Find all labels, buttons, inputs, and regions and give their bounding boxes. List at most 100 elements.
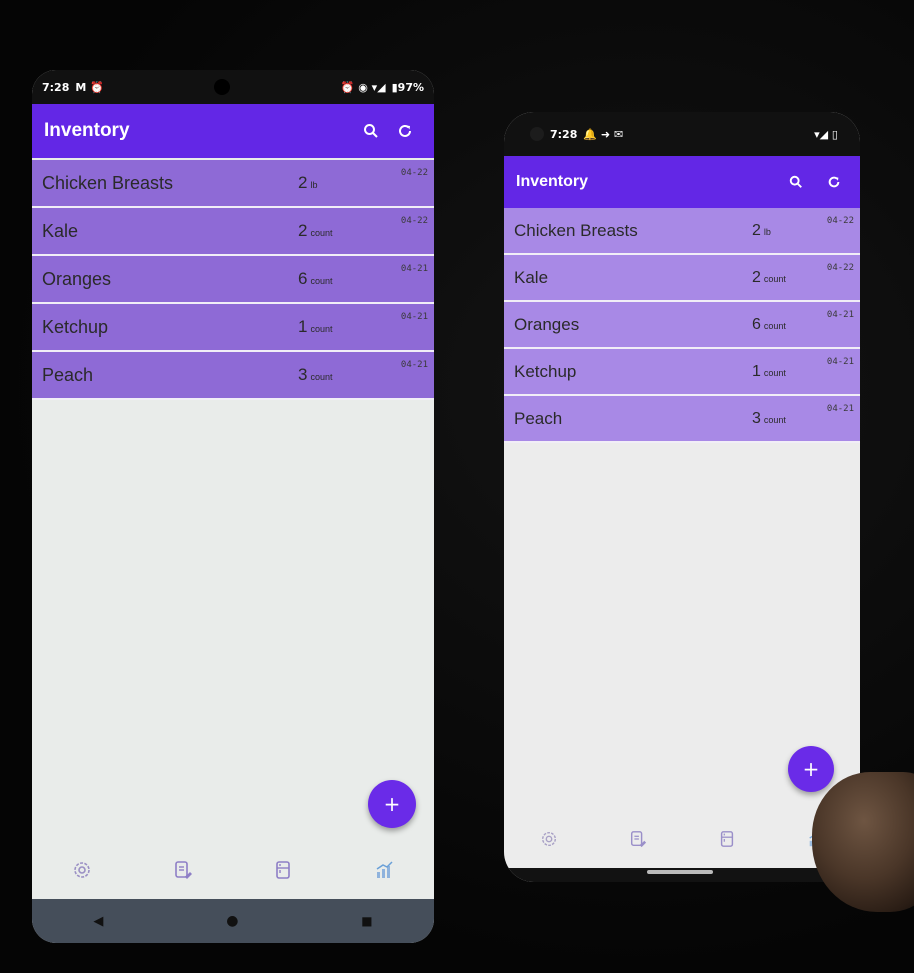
item-name: Peach [514,408,563,428]
status-bar: 7:28 M ⏰ ⏰ ◉ ▾◢ ▮97% [32,70,434,104]
status-bar: 7:28 🔔 ➜ ✉ ▾◢ ▯ [504,112,860,156]
quantity-value: 2 [298,173,308,192]
quantity-value: 2 [752,268,761,286]
item-quantity: 2 lb [752,222,826,240]
item-date: 04-21 [400,312,428,322]
item-date: 04-22 [826,216,854,226]
item-quantity: 1 count [752,363,826,381]
camera-cutout [214,79,231,95]
screen-right: 7:28 🔔 ➜ ✉ ▾◢ ▯ Inventory Chicken Breast… [504,112,860,882]
item-date: 04-22 [400,168,428,178]
quantity-unit: count [763,273,786,284]
list-item[interactable]: Kale 2 count 04-22 [32,208,434,256]
quantity-unit: count [310,228,333,238]
quantity-value: 6 [752,315,761,333]
item-name: Oranges [42,268,112,289]
page-title: Inventory [516,173,589,190]
refresh-icon[interactable] [816,175,852,189]
screen-left: 7:28 M ⏰ ⏰ ◉ ▾◢ ▮97% Inventory Chicken B… [32,70,434,943]
item-date: 04-21 [826,357,854,367]
bottom-navigation [504,814,860,864]
app-bar: Inventory [32,104,434,158]
add-item-button[interactable]: + [788,746,834,792]
quantity-unit: count [310,372,333,382]
item-name: Kale [42,220,79,241]
item-quantity: 1 count [298,317,388,337]
item-quantity: 2 count [298,221,388,241]
phone-left: 7:28 M ⏰ ⏰ ◉ ▾◢ ▮97% Inventory Chicken B… [32,70,434,943]
list-item[interactable]: Peach 3 count 04-21 [32,352,434,400]
quantity-value: 6 [298,269,308,288]
settings-icon[interactable] [538,828,560,850]
recents-button[interactable]: ■ [361,914,372,928]
list-item[interactable]: Ketchup 1 count 04-21 [504,349,860,396]
search-icon[interactable] [354,123,388,139]
item-date: 04-21 [400,264,428,274]
quantity-value: 1 [752,362,761,380]
status-time: 7:28 [42,80,70,94]
quantity-value: 2 [298,221,308,240]
status-notification-icons: 🔔 ➜ ✉ [583,127,624,141]
item-quantity: 6 count [298,269,388,289]
edit-list-icon[interactable] [627,828,649,850]
item-name: Ketchup [42,316,109,337]
list-item[interactable]: Ketchup 1 count 04-21 [32,304,434,352]
list-item[interactable]: Oranges 6 count 04-21 [504,302,860,349]
list-item[interactable]: Chicken Breasts 2 lb 04-22 [32,160,434,208]
status-time: 7:28 [550,127,578,141]
quantity-unit: lb [763,226,771,237]
battery-indicator: ▮97% [391,80,424,94]
list-item[interactable]: Oranges 6 count 04-21 [32,256,434,304]
settings-icon[interactable] [71,859,93,881]
list-item[interactable]: Chicken Breasts 2 lb 04-22 [504,208,860,255]
quantity-value: 2 [752,221,761,239]
item-quantity: 3 count [752,410,826,428]
item-name: Kale [514,267,549,287]
phone-right: 7:28 🔔 ➜ ✉ ▾◢ ▯ Inventory Chicken Breast… [504,112,860,882]
inventory-list: Chicken Breasts 2 lb 04-22 Kale 2 count 04… [32,160,434,400]
item-quantity: 2 count [752,269,826,287]
back-button[interactable]: ◀ [93,914,103,929]
item-date: 04-22 [400,216,428,226]
item-name: Peach [42,364,94,385]
refresh-icon[interactable] [388,123,422,139]
item-quantity: 3 count [298,365,388,385]
list-item[interactable]: Kale 2 count 04-22 [504,255,860,302]
status-system-icons: ⏰ ◉ ▾◢ [340,80,386,94]
chart-icon[interactable] [373,859,395,881]
item-quantity: 6 count [752,316,826,334]
item-quantity: 2 lb [298,173,388,193]
item-name: Chicken Breasts [42,172,174,193]
edit-list-icon[interactable] [172,859,194,881]
app-bar: Inventory [504,156,860,208]
search-icon[interactable] [776,175,816,189]
fridge-icon[interactable] [716,828,738,850]
quantity-unit: lb [310,180,318,190]
fridge-icon[interactable] [272,859,294,881]
inventory-list: Chicken Breasts 2 lb 04-22 Kale 2 count 04… [504,208,860,443]
system-navigation-bar: ◀ ● ■ [32,899,434,943]
item-name: Ketchup [514,361,577,381]
gesture-home-bar[interactable] [647,870,713,874]
camera-cutout [530,127,544,141]
item-date: 04-21 [826,404,854,414]
quantity-unit: count [763,367,786,378]
status-notification-icons: M ⏰ [75,80,104,94]
quantity-value: 1 [298,317,308,336]
quantity-unit: count [763,320,786,331]
item-date: 04-22 [826,263,854,273]
plus-icon: + [802,757,820,781]
bottom-navigation [32,841,434,899]
quantity-unit: count [763,414,786,425]
home-button[interactable]: ● [226,913,238,929]
plus-icon: + [383,792,401,816]
item-name: Chicken Breasts [514,220,638,240]
list-item[interactable]: Peach 3 count 04-21 [504,396,860,443]
item-date: 04-21 [400,360,428,370]
page-title: Inventory [44,120,130,141]
add-item-button[interactable]: + [368,780,416,828]
quantity-unit: count [310,276,333,286]
quantity-unit: count [310,324,333,334]
quantity-value: 3 [752,409,761,427]
item-name: Oranges [514,314,580,334]
